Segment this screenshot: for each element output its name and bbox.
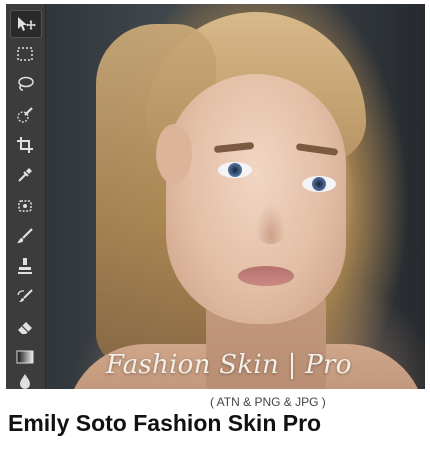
left-eye xyxy=(218,162,252,178)
overlay-title: Fashion Skin | Pro xyxy=(106,350,352,380)
nose xyxy=(256,204,286,244)
quick-selection-icon[interactable] xyxy=(10,102,40,128)
photoshop-toolbar xyxy=(6,4,46,389)
eyedropper-icon[interactable] xyxy=(10,162,40,188)
brush-icon[interactable] xyxy=(10,223,40,249)
healing-brush-icon[interactable] xyxy=(10,193,40,219)
blur-icon[interactable] xyxy=(10,368,40,389)
clone-stamp-icon[interactable] xyxy=(10,253,40,279)
product-title: Emily Soto Fashion Skin Pro xyxy=(8,410,322,436)
portrait-photo xyxy=(6,4,425,389)
face xyxy=(166,74,346,324)
lasso-icon[interactable] xyxy=(10,71,40,97)
marquee-icon[interactable] xyxy=(10,41,40,67)
crop-icon[interactable] xyxy=(10,132,40,158)
ear xyxy=(156,124,192,184)
lips xyxy=(238,266,294,286)
move-icon[interactable] xyxy=(10,10,42,38)
product-image: Fashion Skin | Pro xyxy=(6,4,425,389)
eraser-icon[interactable] xyxy=(10,314,40,340)
formats-label: ( ATN & PNG & JPG ) xyxy=(210,395,326,409)
gradient-icon[interactable] xyxy=(10,344,40,370)
right-eye xyxy=(302,176,336,192)
history-brush-icon[interactable] xyxy=(10,284,40,310)
